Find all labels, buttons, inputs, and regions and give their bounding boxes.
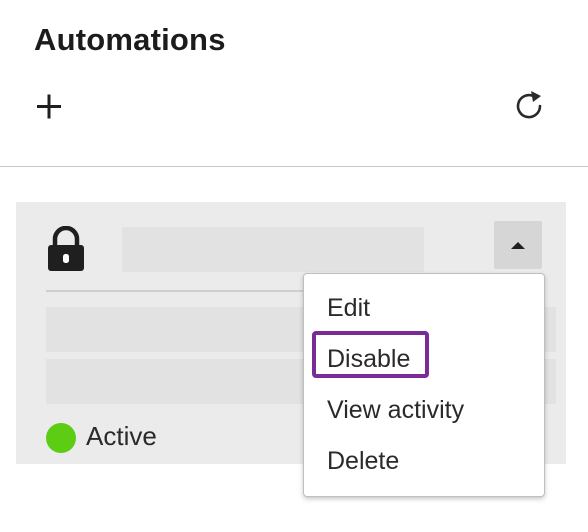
menu-item-delete[interactable]: Delete bbox=[327, 447, 399, 476]
page-title: Automations bbox=[34, 22, 226, 57]
menu-item-view-activity[interactable]: View activity bbox=[327, 396, 464, 425]
lock-icon bbox=[46, 225, 86, 272]
automation-actions-menu: Edit Disable View activity Delete bbox=[303, 273, 545, 497]
status-label: Active bbox=[86, 420, 157, 451]
status-dot-icon bbox=[46, 423, 76, 453]
add-automation-button[interactable] bbox=[34, 90, 66, 122]
automation-name-placeholder bbox=[122, 227, 424, 272]
menu-item-edit[interactable]: Edit bbox=[327, 294, 370, 323]
menu-item-disable[interactable]: Disable bbox=[327, 345, 410, 374]
plus-icon bbox=[37, 94, 61, 119]
collapse-card-button[interactable] bbox=[494, 221, 542, 269]
refresh-icon bbox=[516, 91, 542, 119]
automations-panel: Automations Active Edit Disable View act… bbox=[0, 0, 588, 532]
caret-up-icon bbox=[511, 242, 525, 249]
header-divider bbox=[0, 166, 588, 167]
status-indicator: Active bbox=[46, 419, 157, 453]
refresh-button[interactable] bbox=[512, 88, 548, 124]
